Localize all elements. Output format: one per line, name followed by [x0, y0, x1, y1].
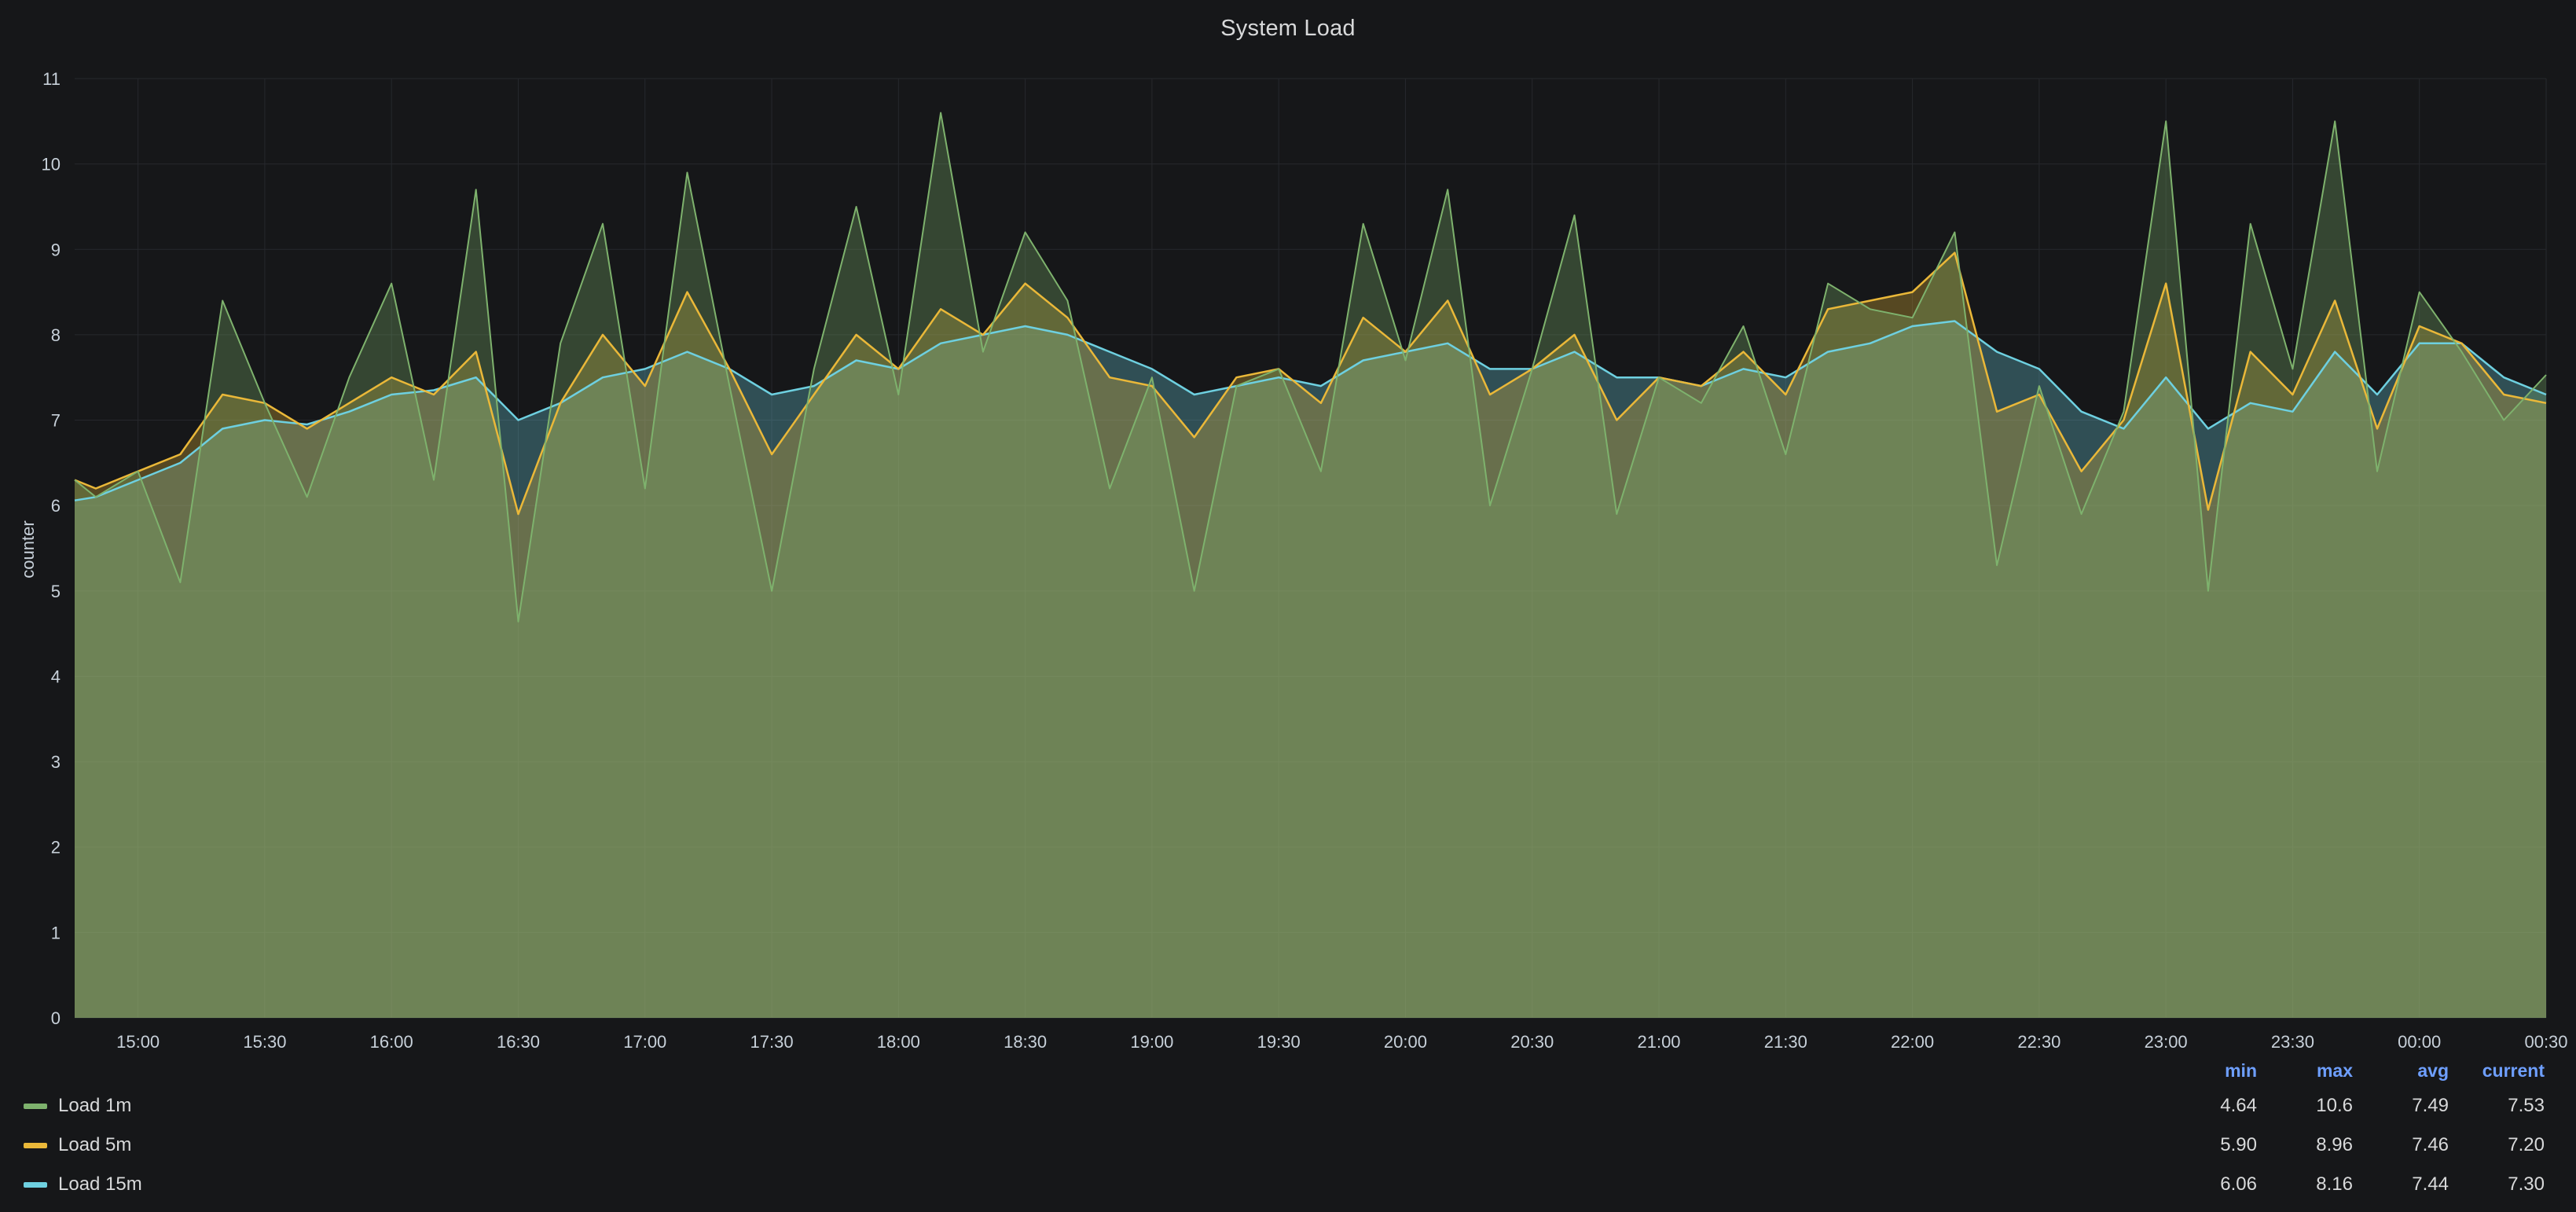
y-tick-label: 7 [51, 411, 61, 431]
x-tick-label: 19:30 [1257, 1032, 1301, 1052]
load-chart[interactable]: 0 1 2 3 4 5 6 7 8 9 10 11 15:00 15:30 16:00 16:30 17:00 1… [0, 0, 2576, 1212]
load-15m-swatch-icon [24, 1182, 47, 1188]
x-tick-label: 15:00 [116, 1032, 160, 1052]
x-tick-label: 15:30 [243, 1032, 286, 1052]
y-tick-label: 11 [42, 69, 61, 89]
legend-col-current[interactable]: current [2449, 1060, 2545, 1082]
legend: min max avg current Load 1m 4.64 10.6 7.… [0, 1055, 2576, 1204]
load-15m-current: 7.30 [2449, 1173, 2545, 1195]
x-tick-label: 18:00 [877, 1032, 920, 1052]
y-tick-label: 0 [51, 1008, 61, 1028]
legend-label-load-1m[interactable]: Load 1m [58, 1095, 131, 1117]
legend-row-load-15m[interactable]: Load 15m 6.06 8.16 7.44 7.30 [0, 1165, 2576, 1204]
x-tick-label: 18:30 [1004, 1032, 1047, 1052]
x-tick-label: 22:30 [2017, 1032, 2060, 1052]
y-axis-label: counter [18, 494, 39, 604]
load-15m-avg: 7.44 [2353, 1173, 2449, 1195]
load-5m-swatch-icon [24, 1143, 47, 1148]
legend-label-load-5m[interactable]: Load 5m [58, 1134, 131, 1156]
x-tick-label: 16:30 [497, 1032, 540, 1052]
x-tick-label: 17:00 [623, 1032, 666, 1052]
legend-col-max[interactable]: max [2257, 1060, 2353, 1082]
y-tick-label: 4 [51, 667, 61, 686]
x-tick-label: 00:00 [2398, 1032, 2441, 1052]
y-tick-label: 8 [51, 325, 61, 345]
y-tick-label: 10 [42, 155, 61, 174]
load-1m-max: 10.6 [2257, 1095, 2353, 1117]
load-5m-min: 5.90 [2161, 1134, 2257, 1156]
load-15m-max: 8.16 [2257, 1173, 2353, 1195]
x-tick-label: 00:30 [2524, 1032, 2567, 1052]
legend-row-load-5m[interactable]: Load 5m 5.90 8.96 7.46 7.20 [0, 1126, 2576, 1165]
load-5m-current: 7.20 [2449, 1134, 2545, 1156]
load-15m-min: 6.06 [2161, 1173, 2257, 1195]
legend-row-load-1m[interactable]: Load 1m 4.64 10.6 7.49 7.53 [0, 1086, 2576, 1126]
load-5m-avg: 7.46 [2353, 1134, 2449, 1156]
y-tick-label: 3 [51, 752, 61, 772]
x-tick-label: 21:00 [1637, 1032, 1680, 1052]
legend-col-avg[interactable]: avg [2353, 1060, 2449, 1082]
x-tick-label: 20:30 [1510, 1032, 1554, 1052]
load-1m-current: 7.53 [2449, 1095, 2545, 1117]
legend-col-min[interactable]: min [2161, 1060, 2257, 1082]
legend-label-load-15m[interactable]: Load 15m [58, 1173, 142, 1195]
x-tick-label: 19:00 [1130, 1032, 1173, 1052]
y-tick-label: 9 [51, 240, 61, 259]
load-1m-min: 4.64 [2161, 1095, 2257, 1117]
x-tick-label: 20:00 [1384, 1032, 1427, 1052]
system-load-panel: System Load 0123456789101115:0015:3016:0… [0, 0, 2576, 1212]
x-tick-label: 23:30 [2271, 1032, 2314, 1052]
x-tick-label: 16:00 [370, 1032, 413, 1052]
load-1m-swatch-icon [24, 1104, 47, 1109]
x-tick-label: 22:00 [1891, 1032, 1934, 1052]
load-1m-avg: 7.49 [2353, 1095, 2449, 1117]
x-tick-label: 23:00 [2145, 1032, 2188, 1052]
y-tick-label: 6 [51, 496, 61, 516]
x-tick-label: 21:30 [1764, 1032, 1807, 1052]
y-tick-label: 1 [51, 923, 61, 942]
y-tick-label: 2 [51, 838, 61, 858]
series-area-load-1m [75, 113, 2546, 1019]
legend-header-row: min max avg current [0, 1055, 2576, 1086]
y-tick-label: 5 [51, 582, 61, 601]
x-tick-label: 17:30 [750, 1032, 794, 1052]
load-5m-max: 8.96 [2257, 1134, 2353, 1156]
